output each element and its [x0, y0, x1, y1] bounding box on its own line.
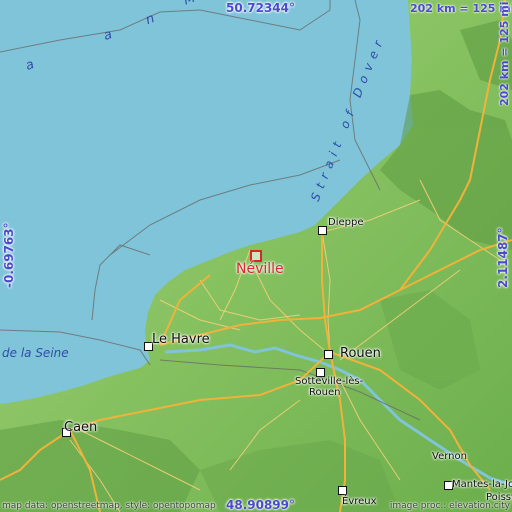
city-label-evreux[interactable]: Évreux	[342, 496, 377, 507]
city-label-le-havre[interactable]: Le Havre	[152, 333, 210, 347]
credit-right: image proc.: elevation.city	[389, 501, 510, 511]
scale-label-side: 202 km = 125 mi	[498, 1, 511, 106]
coord-west: -0.69763°	[2, 222, 16, 288]
city-label-mantes[interactable]: Mantes-la-Jolie	[452, 479, 512, 490]
city-label-caen[interactable]: Caen	[64, 421, 97, 435]
coord-south: 48.90899°	[226, 498, 296, 512]
city-label-dieppe[interactable]: Dieppe	[328, 217, 363, 228]
coord-east: 2.11487°	[496, 227, 510, 288]
city-marker-rouen	[324, 350, 333, 359]
city-marker-dieppe	[318, 226, 327, 235]
city-label-sotteville-line2[interactable]: Rouen	[309, 387, 340, 398]
credit-left: map data: openstreetmap, style: opentopo…	[2, 501, 216, 511]
city-label-vernon[interactable]: Vernon	[432, 451, 467, 462]
map-view[interactable]: M a n a Strait of Dover de la Seine Le H…	[0, 0, 512, 512]
scale-label-top: 202 km = 125 mi	[410, 2, 512, 15]
city-label-rouen[interactable]: Rouen	[340, 347, 381, 361]
coord-north: 50.72344°	[226, 1, 296, 15]
city-marker-evreux	[338, 486, 347, 495]
location-label-neville[interactable]: Néville	[236, 261, 284, 277]
city-label-sotteville-line1[interactable]: Sotteville-lès-	[295, 376, 363, 387]
sea-label-seine: de la Seine	[2, 346, 69, 360]
